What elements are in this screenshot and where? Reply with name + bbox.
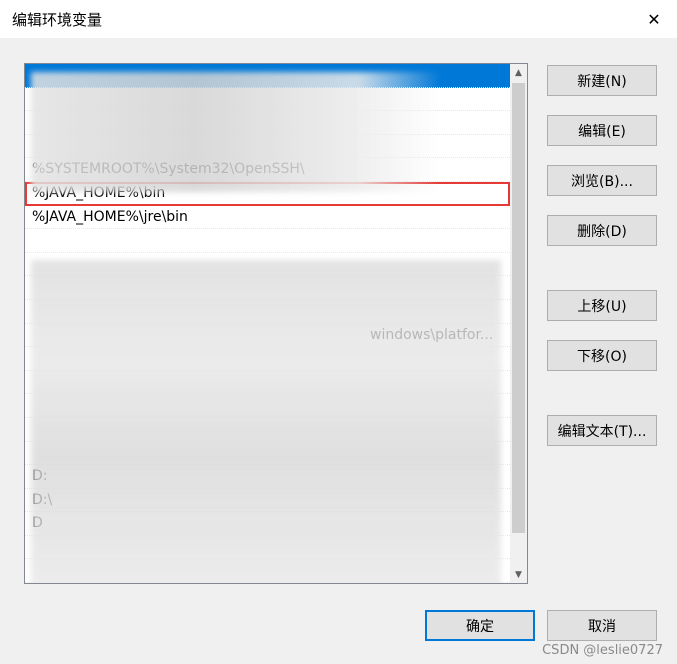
list-item[interactable] (25, 347, 510, 371)
dialog-client-area: %SYSTEMROOT%\System32\OpenSSH\ %JAVA_HOME… (0, 38, 677, 664)
close-icon: ✕ (647, 9, 661, 29)
list-item[interactable] (25, 536, 510, 560)
list-item[interactable] (25, 64, 510, 88)
move-up-button[interactable]: 上移(U) (547, 290, 657, 321)
path-list[interactable]: %SYSTEMROOT%\System32\OpenSSH\ %JAVA_HOME… (24, 63, 528, 584)
list-item[interactable] (25, 229, 510, 253)
close-button[interactable]: ✕ (631, 0, 677, 38)
move-down-button[interactable]: 下移(O) (547, 340, 657, 371)
edit-text-button[interactable]: 编辑文本(T)... (547, 415, 657, 446)
list-item[interactable] (25, 394, 510, 418)
list-item[interactable]: D:\ (25, 489, 510, 513)
title-bar: 编辑环境变量 ✕ (0, 0, 677, 38)
list-item[interactable] (25, 371, 510, 395)
window-title: 编辑环境变量 (12, 11, 103, 29)
list-item[interactable] (25, 111, 510, 135)
delete-button[interactable]: 删除(D) (547, 215, 657, 246)
list-item[interactable] (25, 276, 510, 300)
list-item[interactable]: D (25, 512, 510, 536)
vertical-scrollbar[interactable]: ▲ ▼ (510, 64, 527, 583)
edit-button[interactable]: 编辑(E) (547, 115, 657, 146)
list-item-java-home-bin[interactable]: %JAVA_HOME%\bin (25, 181, 510, 206)
scroll-down-icon[interactable]: ▼ (510, 566, 527, 583)
list-item[interactable] (25, 559, 510, 583)
list-item[interactable] (25, 418, 510, 442)
list-item[interactable] (25, 300, 510, 324)
path-list-rows: %SYSTEMROOT%\System32\OpenSSH\ %JAVA_HOME… (25, 64, 510, 584)
cancel-button[interactable]: 取消 (547, 610, 657, 641)
list-item[interactable]: %SYSTEMROOT%\System32\OpenSSH\ (25, 158, 510, 182)
list-item[interactable] (25, 135, 510, 159)
new-button[interactable]: 新建(N) (547, 65, 657, 96)
list-item[interactable] (25, 88, 510, 112)
ok-button[interactable]: 确定 (425, 610, 535, 641)
list-item[interactable] (25, 442, 510, 466)
list-item[interactable]: windows\platfor... (25, 324, 510, 348)
list-item[interactable]: D: (25, 465, 510, 489)
list-item[interactable] (25, 253, 510, 277)
scroll-thumb[interactable] (512, 83, 525, 533)
browse-button[interactable]: 浏览(B)... (547, 165, 657, 196)
list-item[interactable]: D:\...\bin (25, 583, 510, 584)
scroll-up-icon[interactable]: ▲ (510, 64, 527, 81)
watermark: CSDN @leslie0727 (542, 643, 663, 658)
list-item[interactable]: %JAVA_HOME%\jre\bin (25, 206, 510, 230)
